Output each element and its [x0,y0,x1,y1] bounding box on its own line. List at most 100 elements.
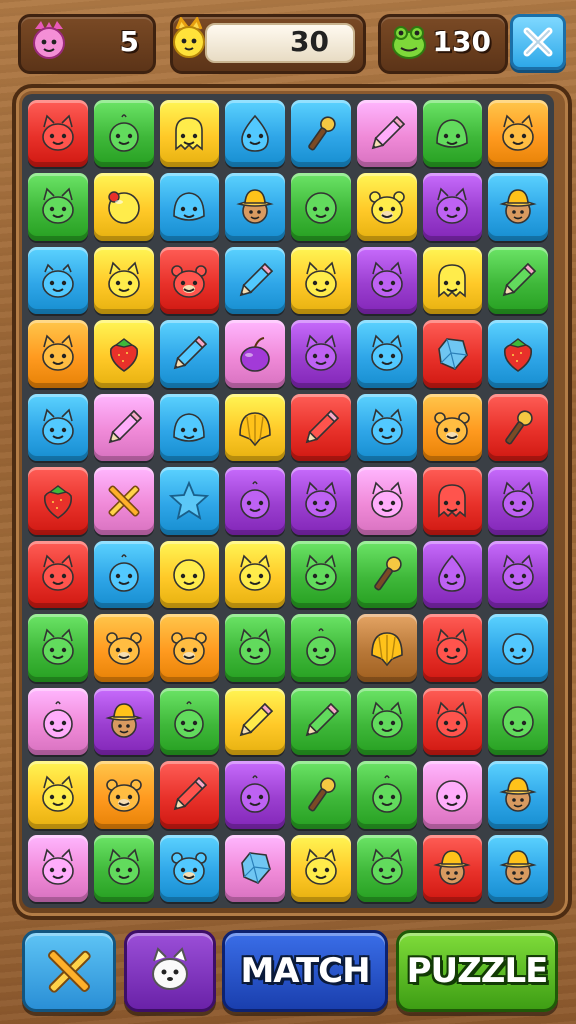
board-tile[interactable] [28,540,88,609]
board-tile[interactable] [28,320,88,388]
board-tile[interactable] [422,761,483,829]
crossed-tools-button[interactable] [22,930,116,1012]
board-tile[interactable] [422,687,483,756]
shell-icon [370,632,403,667]
board-tile[interactable] [225,687,285,756]
board-tile[interactable] [356,100,417,168]
board-tile[interactable] [356,834,417,902]
board-tile[interactable] [225,320,285,388]
match-button[interactable]: MATCH [222,930,388,1012]
board-tile[interactable] [159,173,220,241]
board-tile[interactable] [356,246,417,315]
board-tile[interactable] [28,834,88,902]
board-tile[interactable] [225,246,285,315]
board-tile[interactable] [291,393,351,462]
board-tile[interactable] [28,100,88,168]
board-tile[interactable] [488,687,548,756]
board-tile[interactable] [356,687,417,756]
board-tile[interactable] [422,614,483,682]
board-tile[interactable] [291,761,351,829]
board-tile[interactable] [488,540,548,609]
board-tile[interactable] [356,173,417,241]
board-tile[interactable] [488,320,548,388]
board-tile[interactable] [422,467,483,535]
board-tile[interactable] [159,246,220,315]
board-tile[interactable] [291,320,351,388]
board-tile[interactable] [356,614,417,682]
puzzle-button[interactable]: PUZZLE [396,930,558,1012]
board-tile[interactable] [422,834,483,902]
board-tile[interactable] [291,687,351,756]
board-tile[interactable] [93,173,154,241]
board-tile[interactable] [225,173,285,241]
board-tile[interactable] [93,393,154,462]
board-tile[interactable] [422,173,483,241]
board-tile[interactable] [159,761,220,829]
board-tile[interactable] [93,687,154,756]
board-tile[interactable] [422,246,483,315]
board-tile[interactable] [159,393,220,462]
board-tile[interactable] [28,614,88,682]
board-tile[interactable] [225,467,285,535]
board-tile[interactable] [291,246,351,315]
chick-icon [240,775,270,813]
board-tile[interactable] [225,540,285,609]
pet-button[interactable] [124,930,216,1012]
cat-face-icon [305,481,337,518]
board-tile[interactable] [356,761,417,829]
board-tile[interactable] [488,614,548,682]
board-tile[interactable] [291,614,351,682]
board-tile[interactable] [28,173,88,241]
board-tile[interactable] [488,761,548,829]
board-tile[interactable] [159,687,220,756]
board-tile[interactable] [488,467,548,535]
board-tile[interactable] [291,834,351,902]
board-tile[interactable] [422,100,483,168]
close-button[interactable] [510,14,566,70]
board-tile[interactable] [159,614,220,682]
board-tile[interactable] [93,834,154,902]
board-tile[interactable] [159,467,220,535]
board-tile[interactable] [93,246,154,315]
board-tile[interactable] [291,100,351,168]
board-tile[interactable] [488,834,548,902]
smiley-icon [305,192,337,224]
board-tile[interactable] [28,761,88,829]
board-tile[interactable] [93,467,154,535]
board-tile[interactable] [291,467,351,535]
pencil-icon [174,776,208,811]
board-tile[interactable] [356,467,417,535]
board-tile[interactable] [225,834,285,902]
board-tile[interactable] [488,100,548,168]
board-tile[interactable] [422,393,483,462]
board-tile[interactable] [93,761,154,829]
board-tile[interactable] [28,687,88,756]
board-tile[interactable] [291,173,351,241]
board-tile[interactable] [225,100,285,168]
board-tile[interactable] [422,540,483,609]
board-tile[interactable] [488,246,548,315]
board-tile[interactable] [291,540,351,609]
board-tile[interactable] [28,246,88,315]
board-tile[interactable] [356,540,417,609]
board-tile[interactable] [488,173,548,241]
board-tile[interactable] [225,614,285,682]
board-tile[interactable] [159,834,220,902]
board-tile[interactable] [93,540,154,609]
board-tile[interactable] [422,320,483,388]
board-tile[interactable] [93,100,154,168]
board-tile[interactable] [28,393,88,462]
board-tile[interactable] [28,467,88,535]
board-tile[interactable] [356,320,417,388]
board-tile[interactable] [159,320,220,388]
board-tile[interactable] [225,761,285,829]
cat-face-icon [370,848,403,886]
board-tile[interactable] [93,320,154,388]
board-tile[interactable] [93,614,154,682]
cat-face-icon [305,554,337,592]
board-tile[interactable] [225,393,285,462]
board-tile[interactable] [159,540,220,609]
board-tile[interactable] [488,393,548,462]
board-tile[interactable] [356,393,417,462]
board-tile[interactable] [159,100,220,168]
